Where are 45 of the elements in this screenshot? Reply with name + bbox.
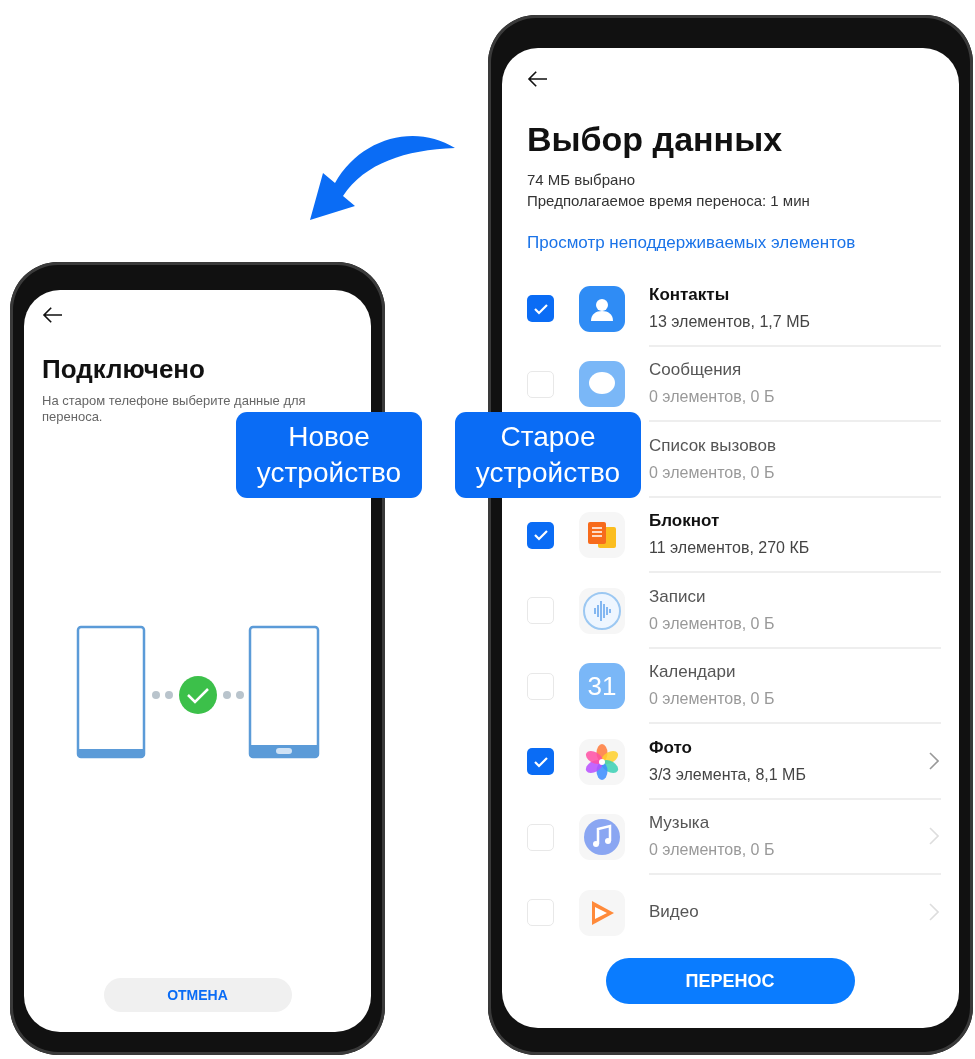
- checkmark-icon: [532, 529, 549, 542]
- unsupported-items-link[interactable]: Просмотр неподдерживаемых элементов: [527, 233, 856, 253]
- device-label: Новое устройство: [236, 412, 422, 498]
- back-icon: [42, 306, 64, 324]
- device-label: Старое устройство: [455, 412, 641, 498]
- item-name: Контакты: [649, 284, 731, 305]
- item-detail: 0 элементов, 0 Б: [649, 388, 776, 407]
- chevron-right-icon: [929, 751, 939, 770]
- checkmark-icon: [532, 302, 549, 315]
- item-detail: 0 элементов, 0 Б: [649, 690, 776, 709]
- calendar-date: 31: [587, 670, 617, 702]
- flower-icon: [579, 738, 625, 785]
- item-name: Блокнот: [649, 511, 721, 532]
- item-detail: 3/3 элемента, 8,1 МБ: [649, 765, 807, 784]
- music-note-icon: [579, 814, 625, 861]
- item-detail: 0 элементов, 0 Б: [649, 463, 776, 482]
- chevron-right-icon: [929, 902, 939, 921]
- chat-bubble-icon: [579, 361, 625, 408]
- item-detail: 13 элементов, 1,7 МБ: [649, 312, 811, 331]
- checkbox[interactable]: [527, 748, 554, 776]
- checkmark-icon: [532, 755, 549, 768]
- item-detail: 0 элементов, 0 Б: [649, 841, 776, 860]
- selected-size: 74 МБ выбрано: [527, 170, 636, 190]
- checkbox[interactable]: [527, 295, 554, 323]
- notepad-icon: [579, 512, 625, 559]
- screen-title: Подключено: [42, 354, 206, 385]
- item-name: Видео: [649, 901, 700, 922]
- item-name: Сообщения: [649, 360, 743, 381]
- back-icon: [527, 70, 549, 88]
- transfer-button[interactable]: ПЕРЕНОС: [605, 958, 855, 1004]
- cancel-button[interactable]: ОТМЕНА: [103, 978, 292, 1012]
- contacts-icon: [579, 285, 625, 332]
- item-name: Фото: [649, 737, 693, 758]
- play-icon: [579, 889, 625, 936]
- estimated-time: Предполагаемое время переноса: 1 мин: [527, 191, 811, 211]
- item-name: Записи: [649, 586, 707, 607]
- item-name: Музыка: [649, 813, 711, 834]
- checkbox[interactable]: [527, 521, 554, 549]
- sound-wave-icon: [579, 587, 625, 634]
- item-detail: 11 элементов, 270 КБ: [649, 539, 811, 558]
- item-name: Календари: [649, 662, 737, 683]
- item-detail: 0 элементов, 0 Б: [649, 614, 776, 633]
- item-name: Список вызовов: [649, 435, 777, 456]
- screen-title: Выбор данных: [527, 120, 784, 159]
- chevron-right-icon: [929, 827, 939, 846]
